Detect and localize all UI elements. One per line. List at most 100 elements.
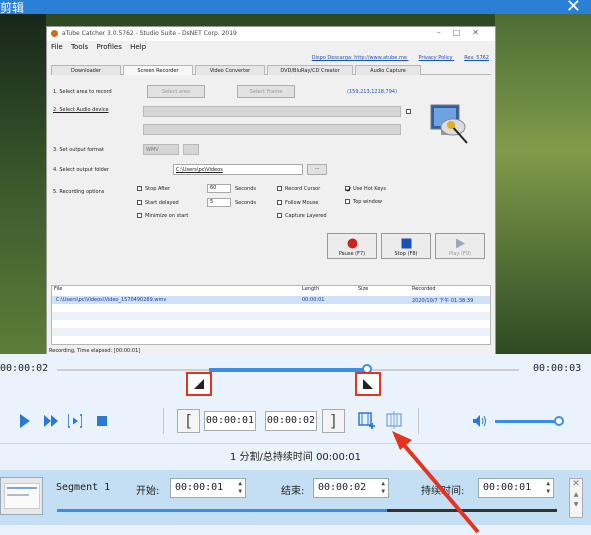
segment-thumbnail-inner	[4, 483, 40, 509]
start-time-field[interactable]: 00:00:01	[204, 411, 256, 431]
segment-start-value: 00:00:01	[175, 482, 224, 493]
recordings-list: File Length Size Recorded C:\Users\pc\Vi…	[51, 285, 491, 345]
segment-start-spinner[interactable]: 00:00:01 ▲ ▼	[170, 478, 246, 498]
checkbox	[137, 186, 142, 191]
audio-device-select	[143, 106, 401, 117]
column-header: File	[54, 286, 63, 292]
pause-button: Pause (F7)	[327, 233, 377, 259]
checkbox-checked	[345, 186, 351, 192]
recorded-app-title: aTube Catcher 3.0.5762 - Studio Suite - …	[62, 30, 237, 37]
tab: DVD/BluRay/CD Creator	[267, 65, 353, 75]
menu-item: File	[51, 43, 63, 51]
start-delayed-field: 5	[207, 198, 231, 207]
play-recording-button: Play (F9)	[435, 233, 485, 259]
output-folder-field: C:\Users\pc\Videos	[173, 164, 303, 175]
list-stripe	[52, 312, 490, 320]
split-segment-icon[interactable]	[386, 411, 404, 429]
recorded-cell: 2020/10/7 下午 01:38:39	[412, 298, 474, 304]
recorded-app-tabs: Downloader Screen Recorder Video Convert…	[51, 65, 491, 75]
thumb-line	[7, 494, 29, 496]
window-controls-icon: –□✕	[436, 28, 491, 37]
link: Rev. 5762	[464, 55, 489, 61]
chevron-down-icon[interactable]: ▼	[574, 501, 579, 508]
app-logo-icon	[51, 30, 58, 37]
play-icon[interactable]	[20, 414, 30, 428]
column-header: Length	[302, 286, 320, 292]
segment-progress-fill	[57, 509, 387, 512]
select-frame-button: Select Frame	[237, 85, 295, 98]
start-marker-icon[interactable]	[186, 372, 212, 396]
tab-active: Screen Recorder	[123, 65, 193, 75]
option-label: Stop After	[145, 186, 170, 192]
volume-slider[interactable]	[495, 416, 564, 426]
bottom-area	[0, 525, 591, 535]
add-segment-icon[interactable]	[358, 411, 376, 429]
set-end-button[interactable]: ]	[322, 409, 345, 433]
option-label: Start delayed	[145, 200, 179, 206]
checkbox	[345, 199, 350, 204]
menu-item: Help	[130, 43, 147, 51]
segment-row[interactable]: Segment 1 开始: 00:00:01 ▲ ▼ 结束: 00:00:02 ▲…	[0, 470, 591, 525]
playback-controls: [ 00:00:01 00:00:02 ]	[0, 400, 591, 444]
option-label: Record Cursor	[285, 186, 321, 192]
divider	[418, 408, 419, 434]
preview-background-right	[495, 14, 591, 354]
stop-label: Stop (F8)	[394, 251, 418, 257]
spinner-arrows-icon[interactable]: ▲ ▼	[238, 480, 242, 496]
segment-start-label: 开始:	[136, 486, 160, 497]
option-label: Capture Layered	[285, 213, 327, 219]
preview-background-left	[0, 14, 46, 354]
area-coords: (159,213,1218,794)	[347, 89, 398, 95]
tab: Video Converter	[195, 65, 265, 75]
list-item: C:\Users\pc\Videos\Video_1570490289.wmv …	[52, 296, 490, 304]
step-label: 3. Set output format	[53, 147, 104, 153]
spinner-arrows-icon[interactable]: ▲ ▼	[381, 480, 385, 496]
option-label: Seconds	[235, 186, 257, 192]
column-header: Recorded	[412, 286, 436, 292]
end-time-field[interactable]: 00:00:02	[265, 411, 317, 431]
remove-segment-button[interactable]: ✕ ▲ ▼	[569, 478, 583, 518]
webcam-monitor-icon	[429, 103, 473, 145]
option-label: Follow Mouse	[285, 200, 319, 206]
segment-end-spinner[interactable]: 00:00:02 ▲ ▼	[313, 478, 389, 498]
volume-icon[interactable]	[473, 415, 487, 427]
volume-knob[interactable]	[554, 416, 564, 426]
segment-duration-spinner[interactable]: 00:00:01 ▲ ▼	[478, 478, 554, 498]
checkbox	[137, 213, 142, 218]
list-stripe	[52, 328, 490, 336]
option-label: Top window	[353, 199, 382, 205]
timeline-start-time: 00:00:02	[0, 363, 49, 374]
play-selection-icon[interactable]	[68, 414, 82, 428]
divider	[163, 408, 164, 434]
segment-end-label: 结束:	[281, 486, 305, 497]
checkbox	[277, 200, 282, 205]
format-select: WMV	[143, 144, 179, 155]
stop-icon[interactable]	[97, 416, 107, 426]
link: Privacy Policy	[418, 55, 453, 61]
window-titlebar: 剪辑 ✕	[0, 0, 591, 17]
option-label: Use Hot Keys	[353, 186, 386, 192]
pause-label: Pause (F7)	[338, 251, 366, 257]
checkbox	[277, 213, 282, 218]
audio-device-select-2	[143, 124, 401, 135]
set-start-button[interactable]: [	[177, 409, 200, 433]
column-header: Size	[358, 286, 369, 292]
option-label: Seconds	[235, 200, 257, 206]
format-settings-button	[183, 144, 199, 155]
spinner-arrows-icon[interactable]: ▲ ▼	[546, 480, 550, 496]
play-label: Play (F9)	[449, 251, 471, 257]
segment-thumbnail	[0, 477, 43, 515]
checkbox	[406, 109, 411, 114]
timeline: 00:00:02 00:00:03	[0, 354, 591, 400]
link: Dispo Descarga: http://www.atube.me	[311, 55, 407, 61]
option-label: Minimize on start	[145, 213, 189, 219]
fast-forward-icon[interactable]	[44, 414, 58, 428]
length-cell: 00:00:01	[302, 297, 325, 303]
chevron-up-icon[interactable]: ▲	[574, 491, 579, 498]
segment-name: Segment 1	[56, 482, 111, 493]
step-label: 5. Recording options	[53, 189, 105, 195]
end-marker-icon[interactable]	[355, 372, 381, 396]
segment-end-value: 00:00:02	[318, 482, 367, 493]
recorded-app-menu: File Tools Profiles Help	[51, 43, 152, 51]
close-icon[interactable]: ✕	[572, 479, 580, 489]
